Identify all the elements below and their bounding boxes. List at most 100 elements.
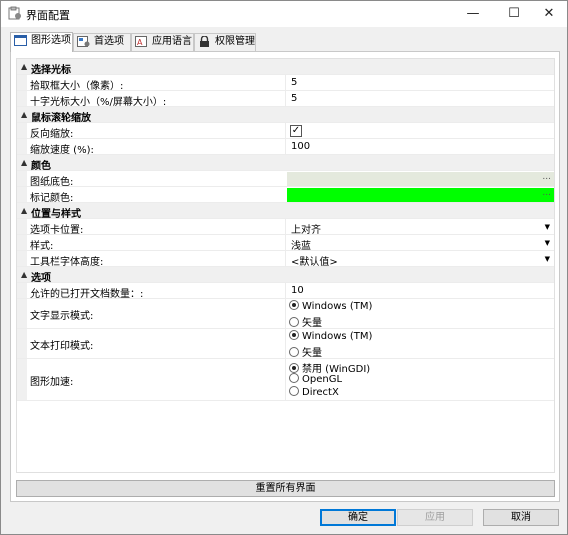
property-toolbar-font-height[interactable]: 工具栏字体高度: <默认值> ▼ (17, 251, 554, 268)
tab-label: 权限管理 (215, 36, 255, 47)
toolbar-font-height-select[interactable]: <默认值> (291, 253, 338, 268)
paper-color-swatch[interactable]: ... (287, 172, 554, 186)
column-divider (285, 283, 286, 298)
category-color[interactable]: ▲ 颜色 (17, 155, 554, 172)
column-divider (285, 329, 286, 358)
window-icon (14, 35, 27, 46)
dropdown-arrow-icon[interactable]: ▼ (545, 239, 550, 247)
property-reverse-zoom[interactable]: 反向缩放: ✓ (17, 123, 554, 140)
lock-icon (200, 36, 209, 47)
collapse-icon[interactable]: ▲ (21, 206, 27, 215)
svg-text:A: A (137, 38, 143, 47)
radio-label: DirectX (302, 387, 339, 398)
text-print-radio-vector[interactable]: 矢量 (289, 344, 322, 359)
marker-color-swatch[interactable]: ... (287, 188, 554, 202)
collapse-icon[interactable]: ▲ (21, 270, 27, 279)
collapse-icon[interactable]: ▲ (21, 158, 27, 167)
text-display-radio-vector[interactable]: 矢量 (289, 314, 322, 329)
accel-radio-opengl[interactable]: OpenGL (289, 373, 342, 385)
row-gutter (17, 235, 27, 250)
crosshair-size-value[interactable]: 5 (291, 93, 297, 104)
column-divider (285, 75, 286, 90)
property-paper-color[interactable]: 图纸底色: ... (17, 171, 554, 188)
property-crosshair-size[interactable]: 十字光标大小（%/屏幕大小）: 5 (17, 91, 554, 108)
radio-selected-icon[interactable] (289, 300, 299, 310)
property-style[interactable]: 样式: 浅蓝 ▼ (17, 235, 554, 252)
radio-label: 矢量 (302, 348, 322, 359)
close-button[interactable]: ✕ (529, 1, 568, 27)
minimize-button[interactable]: — (453, 1, 493, 27)
reverse-zoom-checkbox[interactable]: ✓ (290, 125, 302, 137)
property-max-open-docs[interactable]: 允许的已打开文档数量：: 10 (17, 283, 554, 300)
tab-label: 应用语言 (152, 36, 192, 47)
tab-graphics-options[interactable]: 图形选项 (10, 32, 73, 52)
reset-all-interfaces-button[interactable]: 重置所有界面 (16, 480, 555, 497)
property-name: 文字显示模式: (30, 311, 94, 322)
collapse-icon[interactable]: ▲ (21, 62, 27, 71)
property-text-print-mode[interactable]: 文本打印模式: Windows (TM) 矢量 (17, 329, 554, 359)
collapse-icon[interactable]: ▲ (21, 110, 27, 119)
property-name: 拾取框大小（像素）: (30, 81, 124, 92)
property-text-display-mode[interactable]: 文字显示模式: Windows (TM) 矢量 (17, 299, 554, 329)
radio-label: OpenGL (302, 374, 343, 385)
pickbox-size-value[interactable]: 5 (291, 77, 297, 88)
property-grid: ▲ 选择光标 拾取框大小（像素）: 5 十字光标大小（%/屏幕大小）: 5 ▲ … (16, 58, 555, 473)
max-open-docs-value[interactable]: 10 (291, 285, 304, 296)
tab-permissions[interactable]: 权限管理 (194, 33, 256, 51)
ok-button[interactable]: 确定 (320, 509, 396, 526)
column-divider (285, 123, 286, 138)
property-name: 反向缩放: (30, 129, 74, 140)
category-position-style[interactable]: ▲ 位置与样式 (17, 203, 554, 220)
row-gutter (17, 139, 27, 154)
column-divider (285, 219, 286, 234)
column-divider (285, 91, 286, 106)
category-cursor[interactable]: ▲ 选择光标 (17, 59, 554, 76)
row-gutter (17, 299, 27, 328)
property-pickbox-size[interactable]: 拾取框大小（像素）: 5 (17, 75, 554, 92)
category-label: 颜色 (31, 161, 51, 172)
category-label: 选择光标 (31, 65, 71, 76)
style-select[interactable]: 浅蓝 (291, 237, 311, 252)
property-graphics-acceleration[interactable]: 图形加速: 禁用 (WinGDI) OpenGL DirectX (17, 359, 554, 401)
config-dialog: 界面配置 — ☐ ✕ 图形选项 首选项 A 应用语言 权限管理 ▲ 选择光标 拾… (0, 0, 568, 535)
radio-unselected-icon[interactable] (289, 386, 299, 396)
tab-preferences[interactable]: 首选项 (73, 33, 131, 51)
radio-unselected-icon[interactable] (289, 317, 299, 327)
row-gutter (17, 251, 27, 266)
row-gutter (17, 91, 27, 106)
property-name: 图纸底色: (30, 177, 74, 188)
category-options[interactable]: ▲ 选项 (17, 267, 554, 284)
row-gutter (17, 187, 27, 202)
property-marker-color[interactable]: 标记颜色: ... (17, 187, 554, 204)
property-name: 十字光标大小（%/屏幕大小）: (30, 97, 167, 108)
tab-panel: ▲ 选择光标 拾取框大小（像素）: 5 十字光标大小（%/屏幕大小）: 5 ▲ … (10, 51, 560, 502)
radio-unselected-icon[interactable] (289, 347, 299, 357)
dropdown-arrow-icon[interactable]: ▼ (545, 223, 550, 231)
language-icon: A (135, 36, 147, 47)
tab-position-select[interactable]: 上对齐 (291, 221, 321, 236)
maximize-button[interactable]: ☐ (494, 1, 534, 27)
title-bar: 界面配置 — ☐ ✕ (1, 1, 567, 27)
radio-selected-icon[interactable] (289, 363, 299, 373)
radio-label: Windows (TM) (302, 331, 373, 342)
apply-button[interactable]: 应用 (397, 509, 473, 526)
category-mouse-wheel-zoom[interactable]: ▲ 鼠标滚轮缩放 (17, 107, 554, 124)
radio-label: 矢量 (302, 318, 322, 329)
ellipsis-button[interactable]: ... (542, 172, 551, 182)
radio-unselected-icon[interactable] (289, 373, 299, 383)
ellipsis-button[interactable]: ... (542, 188, 551, 198)
radio-label: Windows (TM) (302, 301, 373, 312)
accel-radio-directx[interactable]: DirectX (289, 386, 339, 398)
property-tab-position[interactable]: 选项卡位置: 上对齐 ▼ (17, 219, 554, 236)
property-zoom-speed[interactable]: 缩放速度 (%): 100 (17, 139, 554, 156)
row-gutter (17, 123, 27, 138)
column-divider (285, 299, 286, 328)
text-print-radio-windows[interactable]: Windows (TM) (289, 330, 372, 342)
radio-selected-icon[interactable] (289, 330, 299, 340)
tab-app-language[interactable]: A 应用语言 (131, 33, 194, 51)
dropdown-arrow-icon[interactable]: ▼ (545, 255, 550, 263)
zoom-speed-value[interactable]: 100 (291, 141, 310, 152)
tab-label: 图形选项 (31, 35, 71, 46)
cancel-button[interactable]: 取消 (483, 509, 559, 526)
text-display-radio-windows[interactable]: Windows (TM) (289, 300, 372, 312)
